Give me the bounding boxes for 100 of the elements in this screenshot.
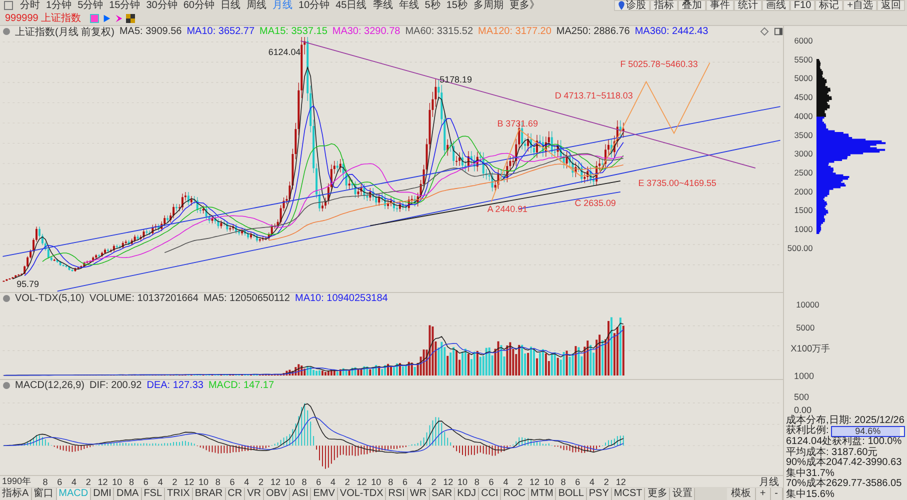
price-annotation: 5178.19 — [440, 74, 472, 85]
indicator-tab[interactable]: OBV — [264, 488, 290, 500]
axis-label: 10 — [542, 476, 555, 487]
axis-label: 1000 — [794, 224, 813, 234]
indicator-tab[interactable]: 更多 — [645, 488, 670, 500]
flag-icon[interactable] — [90, 14, 100, 22]
moving-average-value: MA120: 3177.20 — [478, 26, 552, 37]
indicator-tab[interactable]: MCST — [612, 488, 646, 500]
toolbar-button[interactable]: 画线 — [762, 0, 790, 11]
moving-average-value: MA10: 3652.77 — [186, 26, 255, 37]
play-icon[interactable] — [102, 14, 112, 22]
period-tab[interactable]: 季线 — [370, 0, 396, 11]
indicator-tab[interactable]: PSY — [586, 488, 612, 500]
period-tab[interactable]: 日线 — [218, 0, 244, 11]
axis-label: 6 — [488, 476, 495, 487]
tab-control-button[interactable]: - — [770, 488, 783, 500]
indicator-tab[interactable]: VR — [245, 488, 264, 500]
axis-label: 10 — [197, 476, 210, 487]
period-label: 月线 — [759, 476, 780, 489]
grid-icon[interactable] — [126, 14, 136, 22]
settings-dot-icon[interactable] — [3, 295, 10, 302]
period-tab[interactable]: 年线 — [396, 0, 422, 11]
indicator-value: DIF: 200.92 — [89, 380, 142, 391]
period-tab[interactable]: 15分钟 — [106, 0, 144, 11]
period-tab[interactable]: 45日线 — [332, 0, 370, 11]
axis-label: 5500 — [794, 54, 813, 64]
period-tab[interactable]: 5秒 — [422, 0, 444, 11]
axis-label: 10000 — [796, 298, 820, 309]
axis-label: 6 — [315, 476, 322, 487]
period-tab[interactable]: 周线 — [244, 0, 270, 11]
period-tab[interactable]: 30分钟 — [143, 0, 180, 11]
axis-label: 8 — [214, 476, 222, 487]
indicator-tab[interactable]: 设置 — [670, 488, 696, 500]
moving-average-value: MA60: 3315.52 — [405, 26, 474, 37]
toolbar-button[interactable]: 返回 — [877, 0, 905, 11]
axis-label: 5000 — [794, 73, 813, 84]
window-icon[interactable] — [774, 27, 783, 36]
price-annotation: C 2635.09 — [574, 198, 616, 208]
cost-statistic: 平均成本: 3187.60元 — [786, 448, 879, 458]
diamond-icon[interactable] — [760, 27, 769, 36]
indicator-tab[interactable]: MTM — [528, 488, 556, 500]
indicator-title: VOL-TDX(5,10) — [15, 293, 84, 304]
indicator-tab[interactable]: EMV — [311, 488, 338, 500]
profit-ratio-label: 获利比例: — [786, 426, 829, 436]
period-tab[interactable]: 60分钟 — [180, 0, 218, 11]
axis-label: 5000 — [796, 322, 815, 332]
axis-label: 6000 — [794, 36, 813, 46]
moving-average-value: MA15: 3537.15 — [260, 26, 328, 37]
axis-label: 4 — [588, 476, 596, 487]
tab-control-button[interactable]: 模板 — [726, 488, 756, 500]
indicator-tab[interactable]: 窗口 — [32, 488, 57, 500]
axis-label: 2 — [602, 476, 610, 487]
toolbar-button[interactable]: 叠加 — [678, 0, 706, 11]
indicator-tab[interactable]: VOL-TDX — [338, 488, 386, 500]
indicator-tab[interactable]: RSI — [386, 488, 408, 500]
indicator-tab[interactable]: SAR — [430, 488, 456, 500]
security-name: 999999 上证指数 — [5, 12, 82, 25]
indicator-tab[interactable]: TRIX — [165, 488, 193, 500]
tab-control-button[interactable]: + — [756, 488, 771, 500]
period-tab[interactable]: 多周期 — [470, 0, 506, 11]
settings-dot-icon[interactable] — [3, 382, 10, 389]
indicator-tab[interactable]: CR — [226, 488, 246, 500]
settings-dot-icon[interactable] — [3, 28, 10, 35]
indicator-tab[interactable]: BOLL — [556, 488, 587, 500]
toolbar-button[interactable]: +自选 — [843, 0, 877, 11]
axis-label: 4 — [243, 476, 250, 487]
indicator-tab[interactable]: BRAR — [192, 488, 226, 500]
indicator-tab[interactable]: FSL — [142, 488, 166, 500]
axis-label: 4 — [156, 476, 164, 487]
indicator-tab[interactable]: 指标A — [0, 488, 32, 500]
toolbar-button[interactable]: 标记 — [815, 0, 844, 11]
indicator-tab[interactable]: ASI — [290, 488, 312, 500]
panel-toggle-icon[interactable] — [4, 1, 13, 10]
axis-label: 6 — [56, 476, 64, 487]
profit-ratio-reading: 94.6% — [854, 426, 882, 436]
toolbar-button[interactable]: 诊股 — [614, 0, 650, 11]
axis-label: 2000 — [794, 186, 813, 196]
period-tab[interactable]: 1分钟 — [43, 0, 75, 11]
period-tab[interactable]: 更多》 — [506, 0, 542, 11]
axis-label: 2 — [430, 476, 438, 487]
period-tab[interactable]: 15秒 — [443, 0, 470, 11]
axis-label: 8 — [473, 476, 480, 487]
indicator-tab[interactable]: DMI — [91, 488, 114, 500]
axis-label: 6 — [228, 476, 236, 487]
axis-label: 12 — [269, 476, 282, 487]
period-tab[interactable]: 分时 — [17, 0, 43, 11]
indicator-tab[interactable]: KDJ — [455, 488, 480, 500]
indicator-tab[interactable]: CCI — [479, 488, 502, 500]
toolbar-button[interactable]: 指标 — [650, 0, 678, 11]
period-tab[interactable]: 10分钟 — [296, 0, 333, 11]
axis-label: 500.00 — [787, 242, 813, 253]
indicator-tab[interactable]: DMA — [114, 488, 142, 500]
cost-statistic: 70%成本2629.77-3586.05集中15.6% — [786, 479, 903, 500]
axis-label: 8 — [42, 476, 49, 487]
toolbar-button[interactable]: 事件 — [706, 0, 734, 11]
indicator-tab[interactable]: ROC — [501, 488, 529, 500]
toolbar-button[interactable]: F10 — [790, 0, 816, 11]
indicator-tab[interactable]: WR — [408, 488, 430, 500]
period-tab[interactable]: 5分钟 — [74, 0, 106, 11]
axis-label: 4 — [502, 476, 510, 487]
